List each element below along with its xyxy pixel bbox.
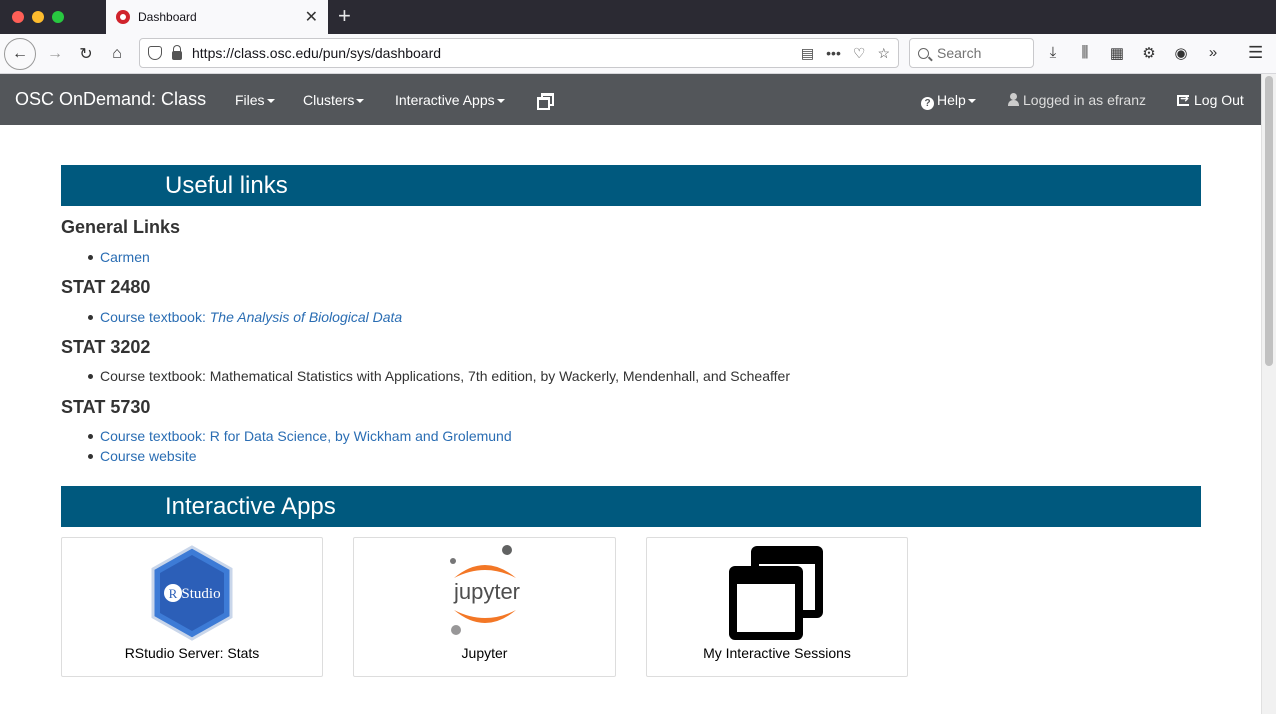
forward-button[interactable]: → <box>40 39 70 69</box>
rstudio-logo-icon: R Studio <box>151 545 233 641</box>
clusters-menu[interactable]: Clusters <box>303 92 365 108</box>
search-icon <box>918 47 929 59</box>
user-icon <box>1008 93 1019 106</box>
zoom-window-button[interactable] <box>52 11 64 23</box>
stat-5730-heading: STAT 5730 <box>61 397 151 417</box>
search-placeholder: Search <box>937 45 982 61</box>
rstudio-logo-letter: R <box>169 586 178 601</box>
browser-navbar: ← → ↻ ⌂ https://class.osc.edu/pun/sys/da… <box>0 34 1276 74</box>
help-menu-label: Help <box>937 92 966 108</box>
files-menu[interactable]: Files <box>235 92 275 108</box>
logged-in-label: Logged in as efranz <box>1023 92 1146 108</box>
link-book-title: The Analysis of Biological Data <box>209 309 403 325</box>
interactive-apps-header: Interactive Apps <box>61 486 1201 527</box>
useful-links-header: Useful links <box>61 165 1201 206</box>
clusters-menu-label: Clusters <box>303 92 355 108</box>
question-circle-icon: ? <box>921 97 934 110</box>
stat-2480-heading: STAT 2480 <box>61 277 151 297</box>
back-button[interactable]: ← <box>4 38 36 70</box>
list-item: Course textbook: The Analysis of Biologi… <box>87 309 402 325</box>
app-label: My Interactive Sessions <box>703 645 851 661</box>
r-for-data-science-link[interactable]: Course textbook: R for Data Science, by … <box>100 428 512 444</box>
more-actions-icon[interactable]: ••• <box>826 45 841 62</box>
account-icon[interactable]: ◉ <box>1172 44 1190 62</box>
osc-favicon-icon <box>116 10 130 24</box>
brand-link[interactable]: OSC OnDemand: Class <box>15 89 206 110</box>
pocket-icon[interactable]: ♡ <box>853 45 866 62</box>
home-button[interactable]: ⌂ <box>102 39 132 69</box>
app-card-my-sessions[interactable]: My Interactive Sessions <box>646 537 908 677</box>
logout-link[interactable]: Log Out <box>1177 92 1244 108</box>
windows-restore-icon <box>729 546 823 640</box>
download-icon[interactable]: ⤓ <box>1044 44 1062 62</box>
page-scrollbar[interactable] <box>1261 74 1276 714</box>
url-text[interactable]: https://class.osc.edu/pun/sys/dashboard <box>192 45 801 61</box>
interactive-apps-menu[interactable]: Interactive Apps <box>395 92 505 108</box>
lock-icon[interactable] <box>172 44 182 60</box>
section-title: Interactive Apps <box>165 493 336 520</box>
logged-in-status: Logged in as efranz <box>1008 92 1146 108</box>
close-window-button[interactable] <box>12 11 24 23</box>
sign-out-icon <box>1177 92 1189 106</box>
browser-tab-strip: Dashboard ✕ + <box>0 0 1276 34</box>
app-label: RStudio Server: Stats <box>124 645 260 661</box>
help-menu[interactable]: ? Help <box>921 92 976 110</box>
search-input[interactable]: Search <box>909 38 1034 68</box>
tracking-shield-icon[interactable] <box>148 46 162 60</box>
caret-down-icon <box>266 99 275 104</box>
reload-button[interactable]: ↻ <box>71 39 101 69</box>
app-card-jupyter[interactable]: jupyter Jupyter <box>353 537 616 677</box>
hamburger-menu-icon[interactable]: ☰ <box>1248 43 1263 63</box>
page-viewport: OSC OnDemand: Class Files Clusters Inter… <box>0 74 1276 714</box>
rstudio-logo-text: Studio <box>181 586 220 602</box>
files-menu-label: Files <box>235 92 265 108</box>
overflow-icon[interactable]: » <box>1204 44 1222 62</box>
new-tab-button[interactable]: + <box>338 3 351 29</box>
tab-title: Dashboard <box>138 10 197 24</box>
caret-down-icon <box>356 99 365 104</box>
logout-label: Log Out <box>1194 92 1244 108</box>
tab-close-icon[interactable]: ✕ <box>305 7 318 27</box>
my-sessions-icon[interactable] <box>537 93 554 110</box>
list-item: Course textbook: Mathematical Statistics… <box>88 368 790 384</box>
url-bar[interactable]: https://class.osc.edu/pun/sys/dashboard … <box>139 38 899 68</box>
app-card-rstudio[interactable]: R Studio RStudio Server: Stats <box>61 537 323 677</box>
list-item: Course textbook: R for Data Science, by … <box>88 428 512 444</box>
browser-tab-dashboard[interactable]: Dashboard ✕ <box>106 0 328 34</box>
analysis-biological-data-link[interactable]: Course textbook: The Analysis of Biologi… <box>100 309 402 325</box>
jupyter-logo-text: jupyter <box>452 579 519 604</box>
caret-down-icon <box>496 99 505 104</box>
jupyter-logo-icon: jupyter <box>449 545 520 635</box>
library-icon[interactable]: ⫼ <box>1076 44 1094 62</box>
app-label: Jupyter <box>461 645 508 661</box>
ondemand-navbar: OSC OnDemand: Class Files Clusters Inter… <box>0 74 1262 125</box>
list-item: Carmen <box>88 249 150 265</box>
section-title: Useful links <box>165 172 288 199</box>
stat-3202-textbook-text: Course textbook: Mathematical Statistics… <box>100 368 790 384</box>
settings-gear-icon[interactable]: ⚙ <box>1140 44 1158 62</box>
reader-view-icon[interactable]: ▤ <box>801 45 814 62</box>
list-item: Course website <box>88 448 197 464</box>
interactive-apps-menu-label: Interactive Apps <box>395 92 495 108</box>
general-links-heading: General Links <box>61 217 181 237</box>
stat-3202-heading: STAT 3202 <box>61 337 151 357</box>
bookmark-star-icon[interactable]: ☆ <box>877 45 890 62</box>
minimize-window-button[interactable] <box>32 11 44 23</box>
extensions-icon[interactable]: ▦ <box>1108 44 1126 62</box>
caret-down-icon <box>967 99 976 104</box>
carmen-link[interactable]: Carmen <box>100 249 150 265</box>
course-website-link[interactable]: Course website <box>100 448 197 464</box>
link-prefix: Course textbook: <box>100 309 210 325</box>
scrollbar-thumb[interactable] <box>1265 76 1273 366</box>
